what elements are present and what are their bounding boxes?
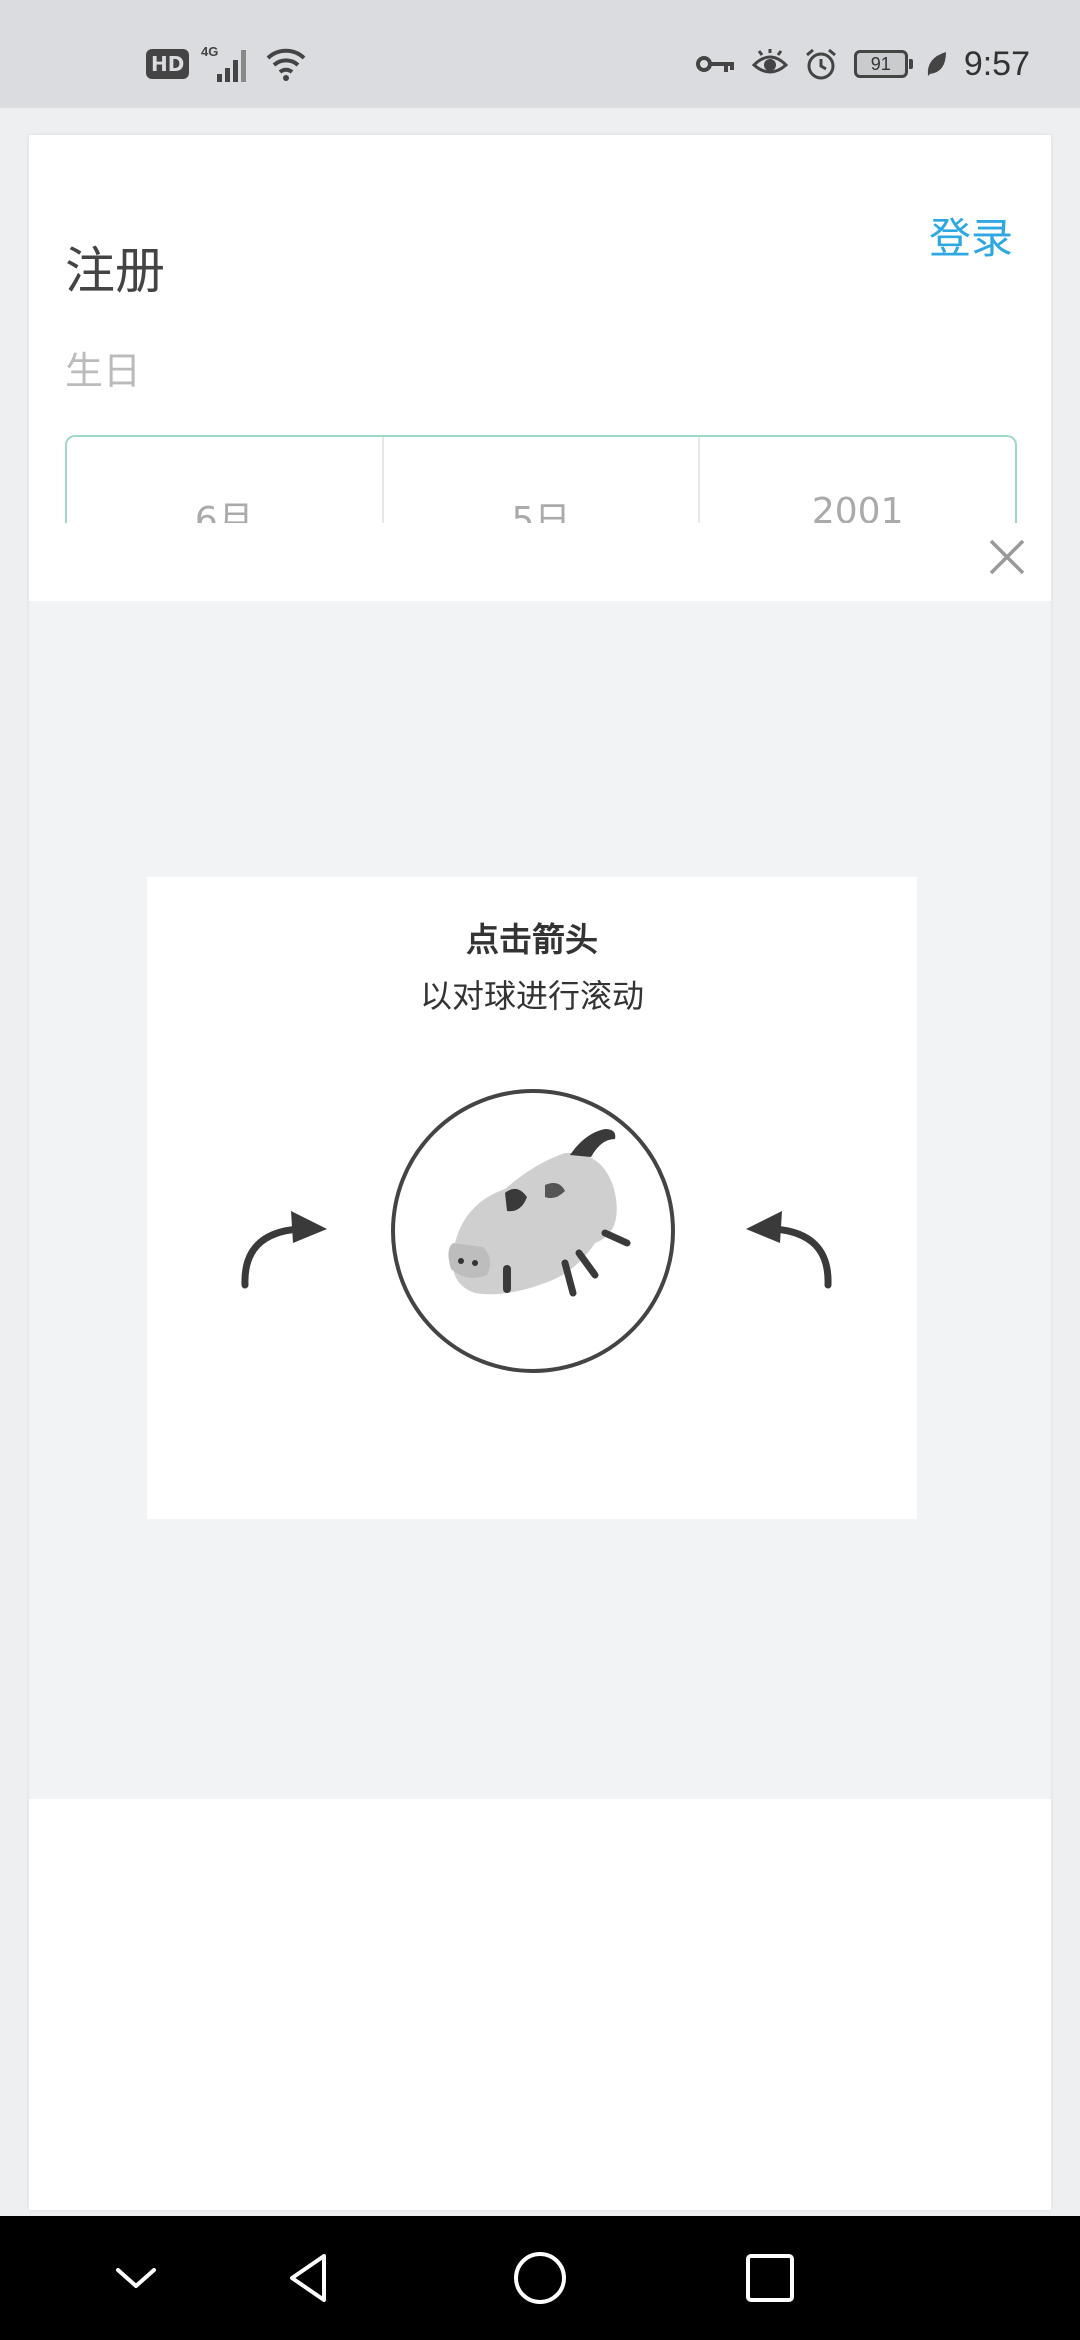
network-type: 4G: [201, 44, 218, 59]
month-value: 6月: [194, 500, 254, 527]
birthday-date-picker[interactable]: 6月 5日 2001: [65, 435, 1017, 527]
signal-icon: 4G: [201, 44, 247, 82]
clock: 9:57: [963, 44, 1030, 83]
captcha-title: 点击箭头: [466, 920, 598, 959]
birthday-label: 生日: [65, 349, 142, 393]
wifi-icon: [266, 48, 306, 81]
day-column[interactable]: 5日: [384, 437, 701, 527]
alarm-icon: [805, 48, 836, 80]
status-bar: HD 4G 91 9:57: [0, 0, 1080, 108]
captcha-footer: [29, 1799, 1051, 2209]
cat-image: [448, 1129, 631, 1297]
key-icon: [695, 56, 734, 72]
captcha-challenge: 点击箭头 以对球进行滚动: [147, 877, 917, 1519]
hd-icon: HD: [146, 49, 190, 79]
navigation-bar: [0, 2216, 1080, 2340]
close-icon[interactable]: [985, 535, 1029, 579]
captcha-ball: [391, 1089, 675, 1373]
captcha-header: [29, 523, 1051, 601]
status-right: 91 9:57: [695, 40, 1030, 88]
back-icon[interactable]: [278, 2246, 342, 2310]
year-column[interactable]: 2001: [700, 437, 1015, 527]
leaf-icon: [927, 52, 946, 76]
battery-icon: 91: [853, 50, 913, 78]
captcha-subtitle: 以对球进行滚动: [419, 977, 644, 1015]
status-left: HD 4G: [146, 44, 307, 84]
rotate-right-icon[interactable]: [734, 1205, 836, 1291]
day-value: 5日: [511, 500, 571, 527]
login-link[interactable]: 登录: [929, 205, 1013, 266]
recents-icon[interactable]: [738, 2246, 802, 2310]
home-icon[interactable]: [508, 2246, 572, 2310]
collapse-icon[interactable]: [104, 2246, 168, 2310]
year-value: 2001: [811, 491, 904, 527]
month-column[interactable]: 6月: [67, 437, 384, 527]
eye-icon: [751, 49, 788, 74]
rotate-left-icon[interactable]: [237, 1205, 339, 1291]
page-title: 注册: [65, 242, 165, 300]
